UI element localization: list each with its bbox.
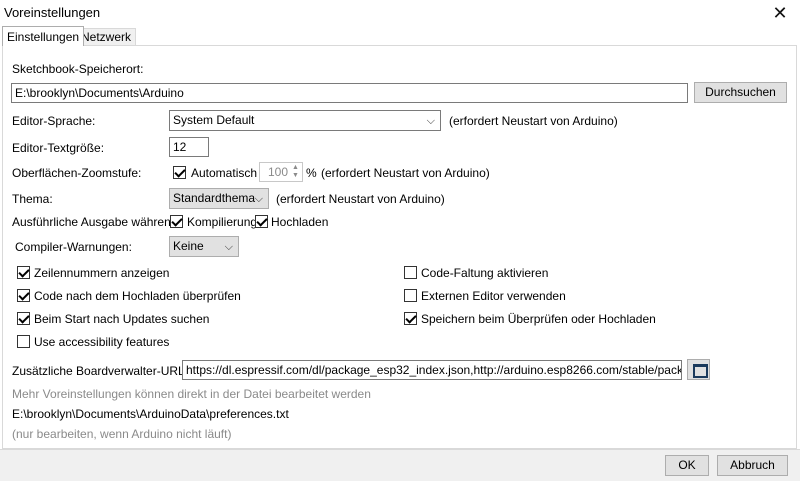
tab-netzwerk[interactable]: Netzwerk	[76, 28, 137, 45]
save-on-verify-label: Speichern beim Überprüfen oder Hochladen	[421, 312, 656, 326]
check-updates-label: Beim Start nach Updates suchen	[34, 312, 210, 326]
accessibility-checkbox[interactable]	[17, 335, 30, 348]
line-numbers-checkbox[interactable]	[17, 266, 30, 279]
verify-upload-checkbox[interactable]	[17, 289, 30, 302]
close-icon[interactable]: ✕	[768, 2, 792, 24]
window-icon	[693, 364, 708, 378]
accessibility-label: Use accessibility features	[34, 335, 170, 349]
prefs-path-text: E:\brooklyn\Documents\ArduinoData\prefer…	[12, 407, 289, 421]
font-size-input[interactable]: 12	[169, 137, 209, 157]
zoom-spinner[interactable]: 100 ▲ ▼	[259, 162, 303, 182]
check-updates-checkbox[interactable]	[17, 312, 30, 325]
code-folding-label: Code-Faltung aktivieren	[421, 266, 549, 280]
verbose-upload-label: Hochladen	[271, 215, 329, 229]
cancel-button[interactable]: Abbruch	[717, 455, 788, 476]
theme-label: Thema:	[12, 192, 53, 206]
zoom-auto-label: Automatisch	[191, 166, 258, 180]
line-numbers-label: Zeilennummern anzeigen	[34, 266, 170, 280]
tab-einstellungen[interactable]: Einstellungen	[2, 26, 85, 46]
verbose-compile-label: Kompilierung	[187, 215, 258, 229]
sketchbook-path-input[interactable]: E:\brooklyn\Documents\Arduino	[11, 83, 688, 103]
title-bar: Voreinstellungen ✕	[0, 0, 800, 26]
zoom-label: Oberflächen-Zoomstufe:	[12, 166, 142, 180]
compiler-warnings-label: Compiler-Warnungen:	[15, 240, 132, 254]
url-editor-button[interactable]	[687, 359, 710, 380]
external-editor-label: Externen Editor verwenden	[421, 289, 566, 303]
sketchbook-label: Sketchbook-Speicherort:	[12, 62, 144, 76]
compiler-warnings-select[interactable]: Keine ⌵	[169, 236, 239, 257]
code-folding-checkbox[interactable]	[404, 266, 417, 279]
tab-strip: Einstellungen Netzwerk	[0, 26, 800, 46]
theme-note: (erfordert Neustart von Arduino)	[276, 192, 445, 206]
chevron-down-icon: ⌵	[254, 193, 263, 205]
settings-panel: Sketchbook-Speicherort: E:\brooklyn\Docu…	[2, 45, 797, 449]
verbose-upload-checkbox[interactable]	[255, 215, 268, 228]
zoom-note: (erfordert Neustart von Arduino)	[321, 166, 490, 180]
verify-upload-label: Code nach dem Hochladen überprüfen	[34, 289, 241, 303]
editor-language-note: (erfordert Neustart von Arduino)	[449, 114, 618, 128]
font-size-label: Editor-Textgröße:	[12, 141, 105, 155]
editor-language-label: Editor-Sprache:	[12, 114, 96, 128]
save-on-verify-checkbox[interactable]	[404, 312, 417, 325]
editor-language-select[interactable]: System Default ⌵	[169, 110, 441, 131]
edit-hint-text: (nur bearbeiten, wenn Arduino nicht läuf…	[12, 427, 232, 441]
theme-value: Standardthema	[173, 191, 256, 205]
browse-button[interactable]: Durchsuchen	[694, 82, 787, 103]
board-urls-label: Zusätzliche Boardverwalter-URLs:	[12, 364, 195, 378]
chevron-down-icon: ⌵	[426, 115, 435, 127]
dialog-button-bar: OK Abbruch	[0, 449, 800, 481]
more-prefs-text: Mehr Voreinstellungen können direkt in d…	[12, 387, 371, 401]
editor-language-value: System Default	[173, 113, 255, 127]
zoom-unit: %	[306, 166, 317, 180]
window-title: Voreinstellungen	[4, 5, 101, 20]
zoom-value: 100	[268, 165, 289, 179]
chevron-down-icon: ⌵	[224, 241, 233, 253]
external-editor-checkbox[interactable]	[404, 289, 417, 302]
ok-button[interactable]: OK	[665, 455, 709, 476]
spinner-arrows-icon[interactable]: ▲ ▼	[290, 164, 301, 180]
verbose-label: Ausführliche Ausgabe während:	[12, 215, 181, 229]
verbose-compile-checkbox[interactable]	[170, 215, 183, 228]
theme-select[interactable]: Standardthema ⌵	[169, 188, 269, 209]
zoom-auto-checkbox[interactable]	[173, 166, 186, 179]
compiler-warnings-value: Keine	[173, 239, 204, 253]
board-urls-input[interactable]: https://dl.espressif.com/dl/package_esp3…	[182, 360, 682, 380]
